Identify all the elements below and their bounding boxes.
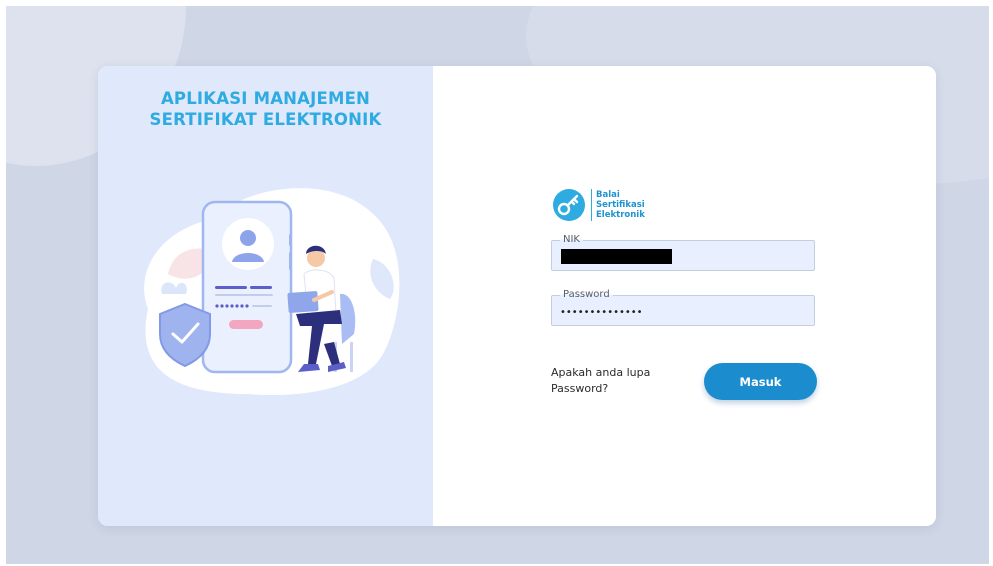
password-label: Password <box>560 288 613 301</box>
key-icon <box>553 189 585 221</box>
password-input[interactable] <box>560 304 800 320</box>
profile-avatar-head <box>240 230 256 246</box>
nik-label: NIK <box>560 233 583 246</box>
phone-side-button <box>289 234 292 246</box>
text-line <box>250 286 272 289</box>
logo-text: Balai Sertifikasi Elektronik <box>596 190 645 220</box>
password-field[interactable]: Password <box>551 288 815 326</box>
login-button[interactable]: Masuk <box>704 363 817 400</box>
login-illustration <box>144 188 400 396</box>
nik-field[interactable]: NIK <box>551 233 815 271</box>
bsre-logo: Balai Sertifikasi Elektronik <box>552 187 645 223</box>
app-title: APLIKASI MANAJEMEN SERTIFIKAT ELEKTRONIK <box>98 88 433 130</box>
redacted-value <box>561 249 672 264</box>
logo-divider <box>591 189 592 221</box>
app-title-line: SERTIFIKAT ELEKTRONIK <box>149 110 382 129</box>
app-title-line: APLIKASI MANAJEMEN <box>160 89 371 108</box>
login-card: APLIKASI MANAJEMEN SERTIFIKAT ELEKTRONIK <box>98 66 936 526</box>
text-line <box>215 286 247 289</box>
phone-button <box>229 320 263 329</box>
text-line <box>215 294 273 296</box>
forgot-password-link[interactable]: Apakah anda lupa Password? <box>551 365 671 397</box>
text-line <box>252 305 272 307</box>
logo-text-line: Sertifikasi <box>596 200 645 210</box>
logo-text-line: Balai <box>596 190 620 200</box>
illustration-panel: APLIKASI MANAJEMEN SERTIFIKAT ELEKTRONIK <box>98 66 433 526</box>
phone-side-button <box>289 252 292 270</box>
login-form-panel: Balai Sertifikasi Elektronik NIK Passwor… <box>433 66 936 526</box>
logo-text-line: Elektronik <box>596 210 645 220</box>
chair-leg <box>350 342 353 372</box>
